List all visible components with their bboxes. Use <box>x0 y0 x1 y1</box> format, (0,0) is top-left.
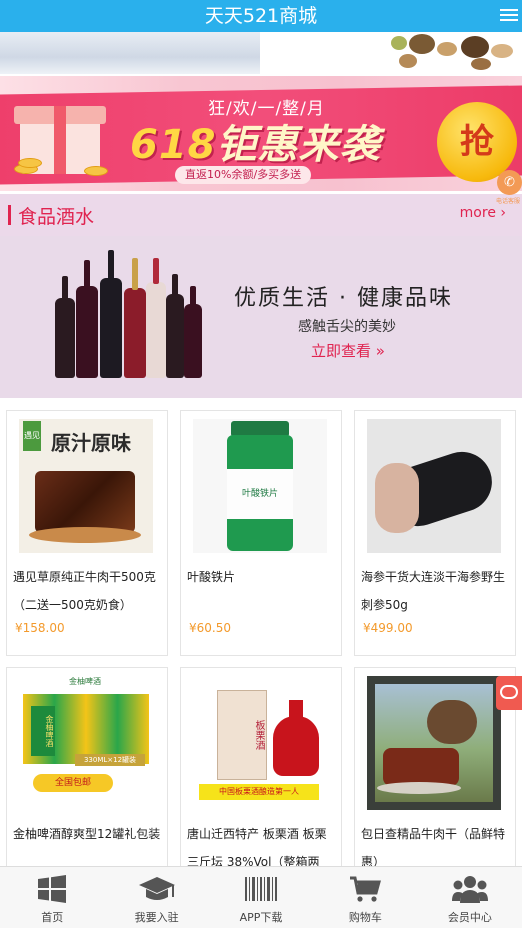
phone-caption: 电话客服 <box>496 198 521 205</box>
menu-icon[interactable] <box>500 6 518 26</box>
nav-member-center[interactable]: 会员中心 <box>418 867 522 928</box>
view-now-link[interactable]: 立即查看 » <box>311 340 385 361</box>
nav-app-download[interactable]: APP下载 <box>209 867 313 928</box>
product-image-beef-jerky: 遇见 原汁原味 <box>19 419 153 553</box>
cart-icon <box>349 875 382 907</box>
graduation-cap-icon <box>138 875 176 907</box>
wine-banner-subtitle: 感触舌尖的美妙 <box>298 319 396 335</box>
nav-home[interactable]: 首页 <box>0 867 104 928</box>
section-header: 食品酒水 more › <box>0 194 522 236</box>
product-image-sea-cucumber <box>367 419 501 553</box>
product-image-beer: 金柚啤酒 金柚啤酒 330ML×12罐装 全国包邮 <box>19 676 153 810</box>
nuts-image <box>385 32 522 74</box>
product-image-beef-cow <box>367 676 501 810</box>
gift-box-image <box>14 86 108 178</box>
section-title: 食品酒水 <box>18 206 95 228</box>
windows-icon <box>37 875 67 907</box>
page-title: 天天521商城 <box>204 5 318 27</box>
product-image-chestnut-wine: 板栗酒 中国板栗酒酿造第一人 <box>193 676 327 810</box>
wine-banner-title: 优质生活 · 健康品味 <box>234 286 453 311</box>
product-image-folic-iron: 叶酸铁片 <box>193 419 327 553</box>
top-header: 天天521商城 <box>0 0 522 32</box>
members-icon <box>451 875 488 909</box>
nav-join[interactable]: 我要入驻 <box>104 867 208 928</box>
product-price: ¥60.50 <box>189 621 231 635</box>
chat-icon[interactable] <box>496 676 522 710</box>
more-link[interactable]: more › <box>460 205 506 221</box>
product-price: ¥499.00 <box>363 621 413 635</box>
promo-618-banner[interactable]: 狂/欢/一/整/月 618钜惠来袭 直返10%余额/多买多送 抢 <box>0 76 522 191</box>
promo-subtext: 直返10%余额/多买多送 <box>175 166 312 184</box>
phone-icon[interactable]: ✆ <box>497 170 522 195</box>
wine-banner[interactable]: 优质生活 · 健康品味 感触舌尖的美妙 立即查看 » <box>0 236 522 398</box>
product-price: ¥158.00 <box>15 621 65 635</box>
product-name: 叶酸铁片 <box>187 570 236 584</box>
product-name: 金柚啤酒醇爽型12罐礼包装 <box>13 827 161 841</box>
product-card[interactable]: 海参干货大连淡干海参野生刺参50g ¥499.00 <box>354 410 516 656</box>
promo-headline: 618钜惠来袭 <box>130 122 381 168</box>
page: 天天521商城 狂/欢/一/整/月 618钜惠来袭 直返10%余额/多买多送 抢… <box>0 0 522 928</box>
product-card[interactable]: 遇见 原汁原味 遇见草原纯正牛肉干500克（二送一500克奶食） ¥158.00 <box>6 410 168 656</box>
barcode-icon <box>244 875 278 907</box>
carousel-banner-partial[interactable] <box>0 32 522 74</box>
product-name: 遇见草原纯正牛肉干500克（二送一500克奶食） <box>13 570 156 612</box>
snow-scene-image <box>0 32 260 74</box>
product-name: 海参干货大连淡干海参野生刺参50g <box>361 570 506 612</box>
bottom-nav: 首页 我要入驻 APP下载 购物车 会员中心 <box>0 866 522 928</box>
nav-cart[interactable]: 购物车 <box>313 867 417 928</box>
product-card[interactable]: 叶酸铁片 叶酸铁片 ¥60.50 <box>180 410 342 656</box>
section-accent-bar <box>8 205 11 225</box>
